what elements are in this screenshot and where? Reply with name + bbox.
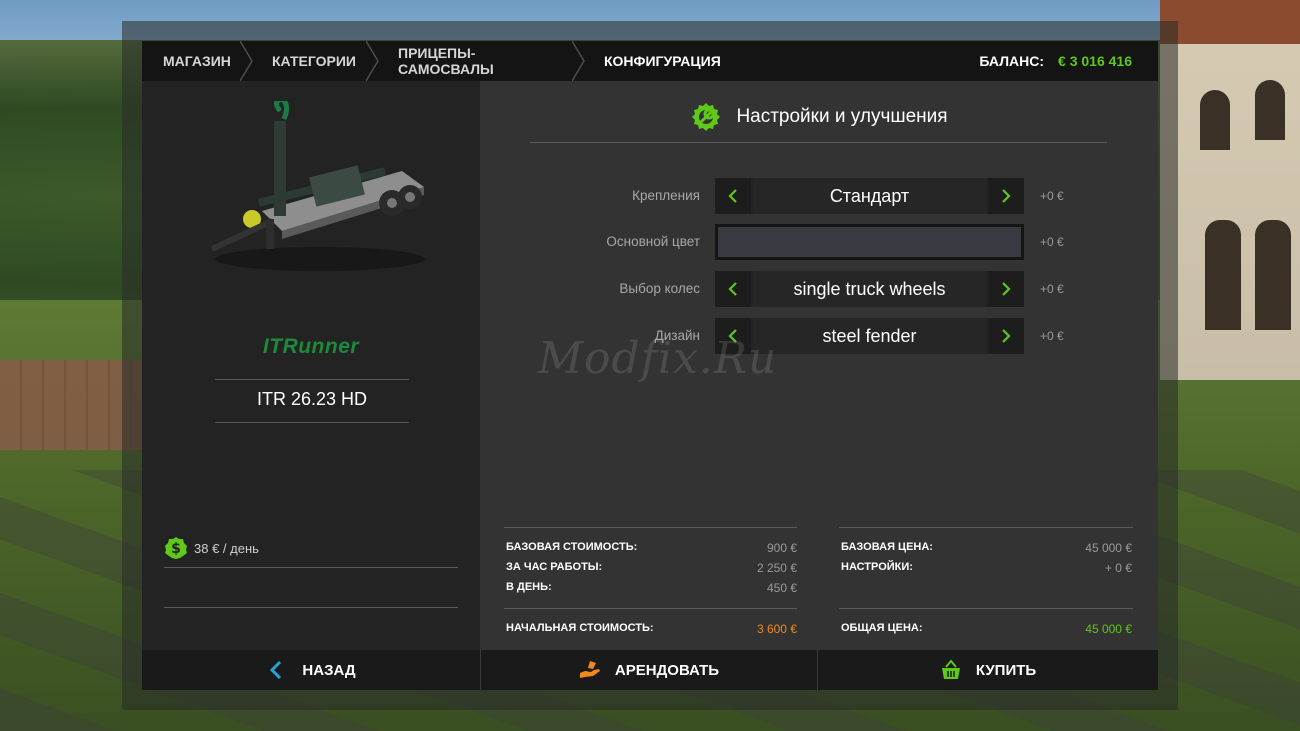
divider	[164, 567, 458, 568]
option-price: +0 €	[1040, 189, 1064, 203]
gear-wrench-icon	[692, 103, 721, 131]
wheels-selector[interactable]: single truck wheels	[715, 271, 1024, 307]
buy-costs: БАЗОВАЯ ЦЕНА: 45 000 € НАСТРОЙКИ: + 0 €	[841, 541, 1132, 581]
daily-cost-value: 38 € / день	[194, 540, 259, 556]
basket-icon	[941, 659, 960, 679]
selected-option: steel fender	[753, 318, 986, 354]
divider	[839, 608, 1133, 609]
selected-option: single truck wheels	[753, 271, 986, 307]
cost-value: 2 250 €	[756, 561, 797, 575]
watermark: Modfix.Ru	[538, 333, 778, 384]
svg-text:$: $	[171, 541, 181, 557]
balance-label: БАЛАНС:	[979, 53, 1045, 69]
back-button-label: НАЗАД	[302, 661, 356, 679]
chevron-right-icon	[1002, 282, 1011, 296]
chevron-left-icon	[270, 660, 282, 680]
configuration-panel: Настройки и улучшения Крепления Стандарт…	[480, 81, 1158, 650]
dollar-coin-icon: $	[165, 537, 187, 559]
next-option-button[interactable]	[988, 178, 1024, 214]
config-title-text: Настройки и улучшения	[736, 106, 948, 127]
config-row-label: Крепления	[632, 188, 700, 203]
brand-logo: ITRunner	[262, 335, 360, 358]
chevron-right-icon	[1002, 329, 1011, 343]
rent-costs: БАЗОВАЯ СТОИМОСТЬ: 900 € ЗА ЧАС РАБОТЫ: …	[506, 541, 797, 601]
rent-button-label: АРЕНДОВАТЬ	[614, 661, 720, 679]
config-title: Настройки и улучшения	[480, 101, 1158, 133]
cost-value: 900 €	[766, 541, 797, 555]
balance: БАЛАНС: € 3 016 416	[979, 53, 1158, 69]
divider	[839, 527, 1133, 528]
divider	[215, 422, 409, 423]
buy-total: ОБЩАЯ ЦЕНА: 45 000 €	[841, 622, 1132, 642]
next-option-button[interactable]	[988, 271, 1024, 307]
rent-total: НАЧАЛЬНАЯ СТОИМОСТЬ: 3 600 €	[506, 622, 797, 642]
base-color-picker[interactable]	[715, 224, 1024, 260]
option-price: +0 €	[1040, 329, 1064, 343]
cost-label: БАЗОВАЯ СТОИМОСТЬ:	[506, 541, 638, 553]
divider	[504, 527, 797, 528]
initial-cost-value: 3 600 €	[756, 622, 797, 636]
hand-money-icon	[579, 661, 600, 678]
selected-option: Стандарт	[753, 178, 986, 214]
breadcrumb-shop[interactable]: МАГАЗИН	[142, 41, 253, 81]
config-row-base-color: Основной цвет +0 €	[480, 224, 1158, 260]
trailer-image	[210, 101, 425, 271]
breadcrumb-dump-trailers[interactable]: ПРИЦЕПЫ-САМОСВАЛЫ	[378, 41, 585, 81]
option-price: +0 €	[1040, 282, 1064, 296]
total-price-value: 45 000 €	[1085, 622, 1132, 636]
back-button[interactable]: НАЗАД	[142, 650, 480, 690]
cost-label: ОБЩАЯ ЦЕНА:	[841, 622, 923, 634]
next-option-button[interactable]	[988, 318, 1024, 354]
config-row-attachments: Крепления Стандарт +0 €	[480, 178, 1158, 214]
color-swatch	[718, 227, 1021, 257]
config-row-label: Выбор колес	[619, 281, 700, 296]
prev-option-button[interactable]	[715, 271, 751, 307]
breadcrumb-configuration: КОНФИГУРАЦИЯ	[604, 53, 721, 69]
option-price: +0 €	[1040, 235, 1064, 249]
cost-label: ЗА ЧАС РАБОТЫ:	[506, 561, 603, 573]
divider	[164, 607, 458, 608]
rent-button[interactable]: АРЕНДОВАТЬ	[480, 650, 818, 690]
cost-line: НАСТРОЙКИ: + 0 €	[841, 561, 1132, 581]
cost-label: НАСТРОЙКИ:	[841, 561, 913, 573]
balance-value: € 3 016 416	[1058, 53, 1132, 69]
daily-cost: $ 38 € / день	[164, 536, 259, 560]
title-divider	[530, 142, 1107, 143]
divider	[215, 379, 409, 380]
cost-label: В ДЕНЬ:	[506, 581, 552, 593]
top-bar: МАГАЗИН КАТЕГОРИИ ПРИЦЕПЫ-САМОСВАЛЫ КОНФ…	[142, 41, 1158, 81]
model-name: ITR 26.23 HD	[256, 389, 368, 409]
buy-button[interactable]: КУПИТЬ	[818, 650, 1158, 690]
divider	[504, 608, 797, 609]
cost-line: БАЗОВАЯ ЦЕНА: 45 000 €	[841, 541, 1132, 561]
cost-line: ЗА ЧАС РАБОТЫ: 2 250 €	[506, 561, 797, 581]
cost-value: 45 000 €	[1085, 541, 1132, 555]
cost-line: В ДЕНЬ: 450 €	[506, 581, 797, 601]
breadcrumb-categories[interactable]: КАТЕГОРИИ	[252, 41, 379, 81]
buy-button-label: КУПИТЬ	[975, 661, 1037, 679]
cost-label: НАЧАЛЬНАЯ СТОИМОСТЬ:	[506, 622, 654, 634]
chevron-left-icon	[728, 282, 737, 296]
chevron-right-icon	[1002, 189, 1011, 203]
action-bar: НАЗАД АРЕНДОВАТЬ КУПИТЬ	[142, 650, 1158, 690]
config-row-label: Основной цвет	[606, 234, 700, 249]
product-panel: ITRunner ITR 26.23 HD $ 38 € / день	[142, 81, 480, 650]
config-row-wheels: Выбор колес single truck wheels +0 €	[480, 271, 1158, 307]
cost-value: 450 €	[766, 581, 797, 595]
cost-label: БАЗОВАЯ ЦЕНА:	[841, 541, 933, 553]
prev-option-button[interactable]	[715, 178, 751, 214]
cost-value: + 0 €	[1104, 561, 1132, 575]
chevron-left-icon	[728, 189, 737, 203]
attachments-selector[interactable]: Стандарт	[715, 178, 1024, 214]
cost-line: БАЗОВАЯ СТОИМОСТЬ: 900 €	[506, 541, 797, 561]
